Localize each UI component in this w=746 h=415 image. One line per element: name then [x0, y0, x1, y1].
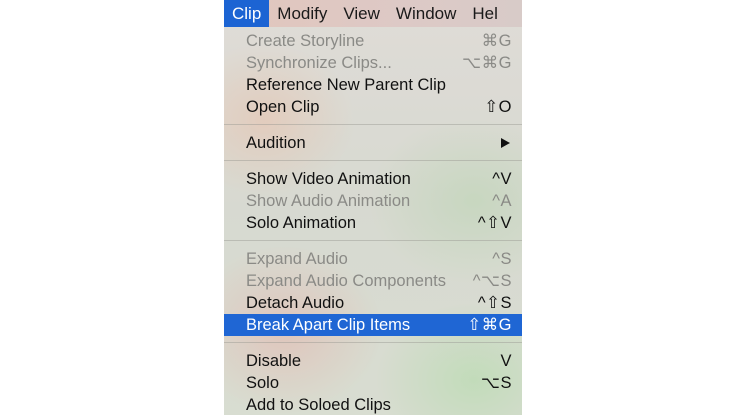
- menu-item-shortcut: ^⇧V: [477, 214, 512, 232]
- menu-item-shortcut: ⌘G: [481, 32, 512, 50]
- menu-separator: [224, 160, 522, 161]
- menu-bar: Clip Modify View Window Hel: [224, 0, 522, 27]
- menubar-item-window[interactable]: Window: [388, 0, 464, 27]
- menu-item-label: Expand Audio: [246, 250, 348, 268]
- menu-item-expand-audio-components: Expand Audio Components ^⌥S: [224, 270, 522, 292]
- menu-item-disable[interactable]: Disable V: [224, 350, 522, 372]
- menu-item-label: Create Storyline: [246, 32, 365, 50]
- menu-item-label: Audition: [246, 134, 306, 152]
- menu-item-solo[interactable]: Solo ⌥S: [224, 372, 522, 394]
- menu-item-expand-audio: Expand Audio ^S: [224, 248, 522, 270]
- menubar-item-clip[interactable]: Clip: [224, 0, 270, 27]
- menu-item-shortcut: ^V: [492, 170, 512, 188]
- menu-item-shortcut: ^⌥S: [472, 272, 512, 290]
- menu-item-shortcut: ⌥S: [480, 374, 512, 392]
- clip-menu: Create Storyline ⌘G Synchronize Clips...…: [224, 27, 522, 415]
- menu-item-label: Show Audio Animation: [246, 192, 411, 210]
- menu-item-shortcut: ^⇧S: [477, 294, 512, 312]
- menu-item-shortcut: ^A: [492, 192, 512, 210]
- submenu-arrow-icon: [501, 138, 510, 148]
- menu-item-shortcut: ^S: [492, 250, 512, 268]
- menu-item-audition[interactable]: Audition: [224, 132, 522, 154]
- menu-item-shortcut: ⇧⌘G: [467, 316, 512, 334]
- menu-separator: [224, 240, 522, 241]
- menubar-item-view[interactable]: View: [335, 0, 388, 27]
- menu-item-label: Open Clip: [246, 98, 320, 116]
- menubar-item-help[interactable]: Hel: [464, 0, 506, 27]
- menu-item-shortcut: V: [500, 352, 512, 370]
- menu-item-break-apart-clip-items[interactable]: Break Apart Clip Items ⇧⌘G: [224, 314, 522, 336]
- menu-item-label: Show Video Animation: [246, 170, 411, 188]
- menu-item-shortcut: ⌥⌘G: [462, 54, 512, 72]
- menu-separator: [224, 124, 522, 125]
- menu-item-synchronize-clips: Synchronize Clips... ⌥⌘G: [224, 52, 522, 74]
- menu-item-create-storyline: Create Storyline ⌘G: [224, 30, 522, 52]
- menu-item-show-video-animation[interactable]: Show Video Animation ^V: [224, 168, 522, 190]
- menu-item-shortcut: ⇧O: [484, 98, 512, 116]
- menu-item-label: Add to Soloed Clips: [246, 396, 391, 414]
- menu-item-label: Synchronize Clips...: [246, 54, 392, 72]
- menu-item-label: Disable: [246, 352, 302, 370]
- menu-item-solo-animation[interactable]: Solo Animation ^⇧V: [224, 212, 522, 234]
- menu-separator: [224, 342, 522, 343]
- menu-item-label: Reference New Parent Clip: [246, 76, 446, 94]
- menu-item-detach-audio[interactable]: Detach Audio ^⇧S: [224, 292, 522, 314]
- menu-screenshot: Clip Modify View Window Hel Create Story…: [224, 0, 522, 415]
- menu-item-label: Detach Audio: [246, 294, 345, 312]
- menubar-item-modify[interactable]: Modify: [269, 0, 335, 27]
- menu-item-label: Break Apart Clip Items: [246, 316, 411, 334]
- menu-item-label: Solo: [246, 374, 280, 392]
- menu-item-open-clip[interactable]: Open Clip ⇧O: [224, 96, 522, 118]
- menu-item-reference-new-parent-clip[interactable]: Reference New Parent Clip: [224, 74, 522, 96]
- menu-item-show-audio-animation: Show Audio Animation ^A: [224, 190, 522, 212]
- menu-item-label: Expand Audio Components: [246, 272, 446, 290]
- menu-item-label: Solo Animation: [246, 214, 357, 232]
- menu-item-add-to-soloed-clips[interactable]: Add to Soloed Clips: [224, 394, 522, 415]
